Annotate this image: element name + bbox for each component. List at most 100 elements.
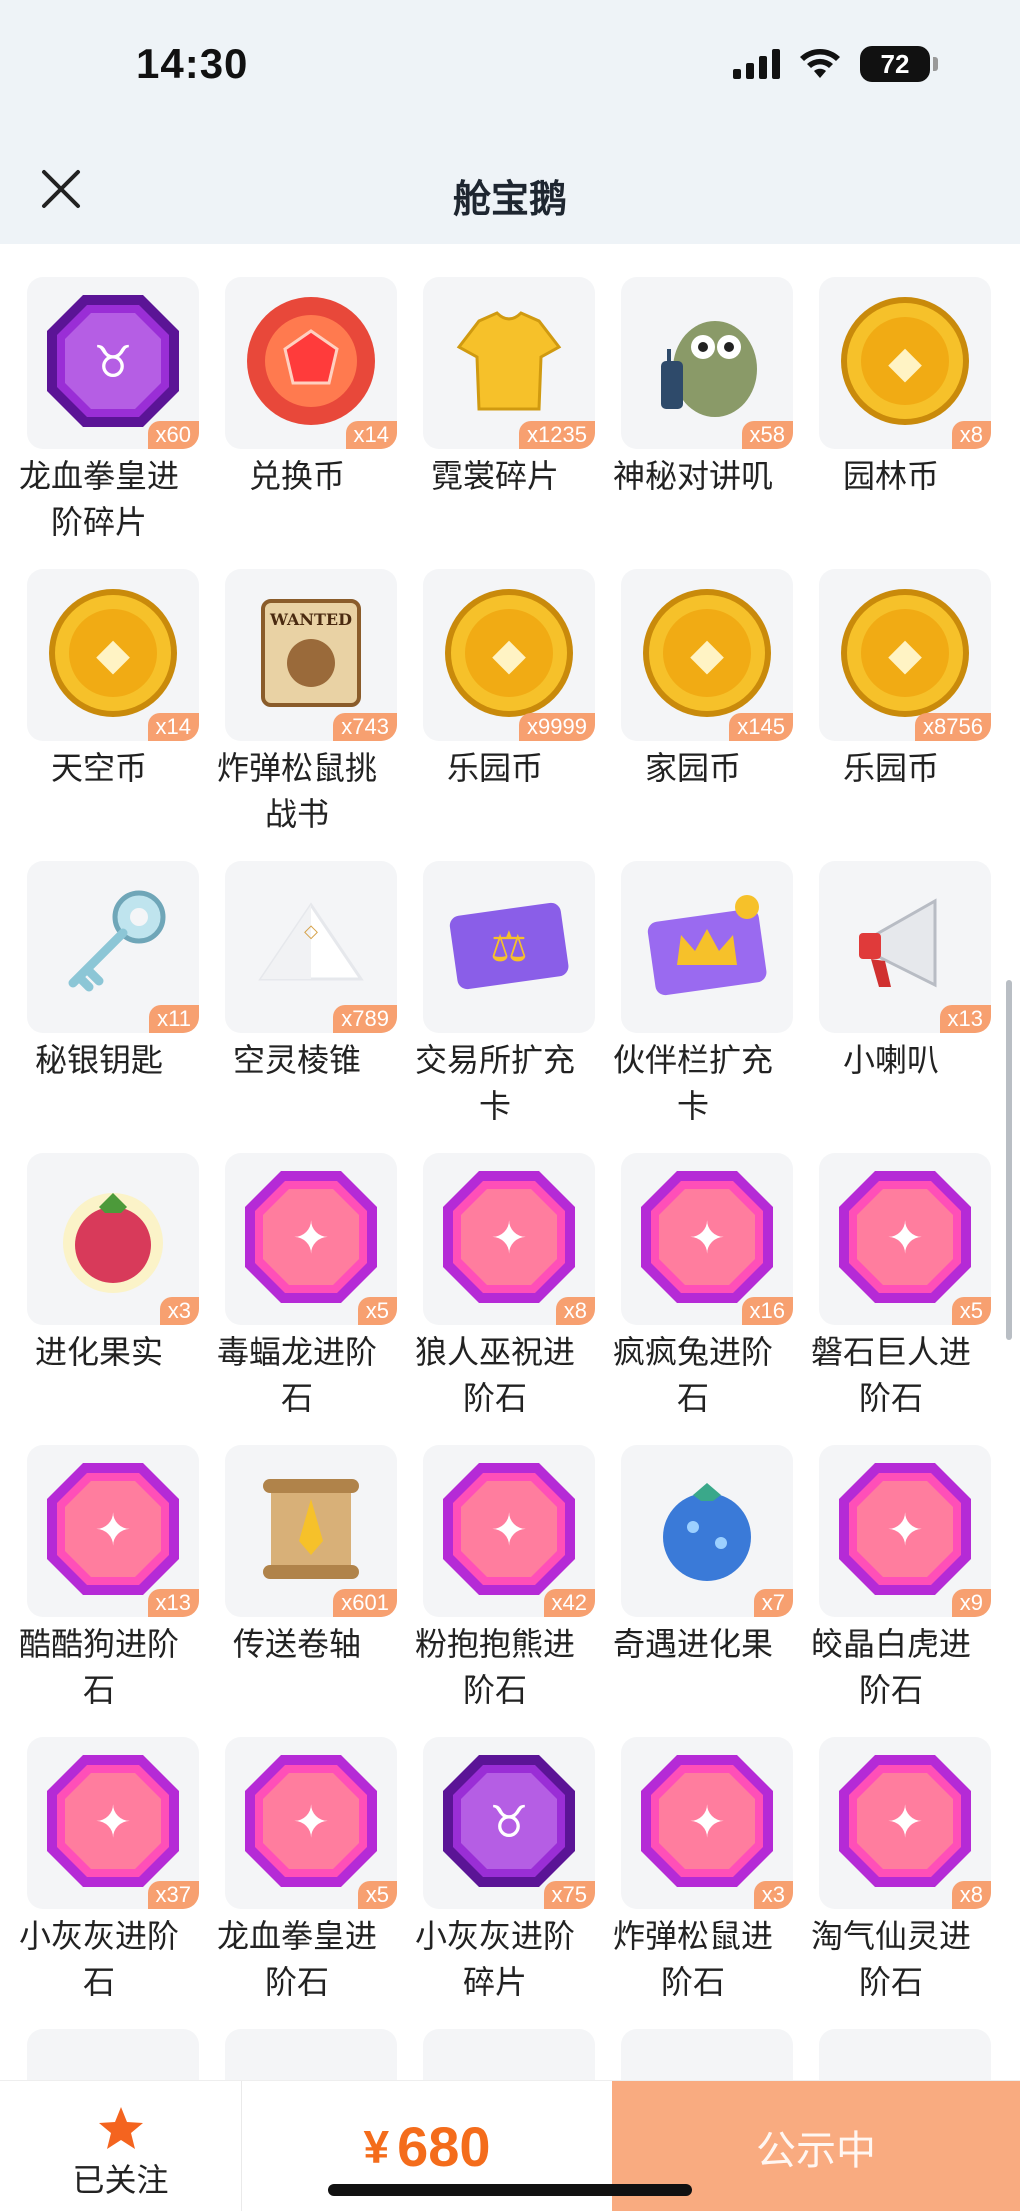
item-tile: WANTED x743: [225, 569, 397, 741]
item-card[interactable]: ◆ x9999 乐园币: [396, 569, 595, 791]
item-card[interactable]: ♉ x75 小灰灰进阶碎片: [396, 1737, 595, 2005]
price-value: 680: [397, 2115, 491, 2178]
item-card[interactable]: ✦ x3 炸弹松鼠进阶石: [594, 1737, 793, 2005]
svg-text:WANTED: WANTED: [269, 610, 352, 629]
item-tile: [225, 2029, 397, 2080]
item-card[interactable]: ◆ x8 园林币: [792, 277, 991, 499]
item-card[interactable]: ✦ x8 狼人巫祝进阶石: [396, 1153, 595, 1421]
item-card[interactable]: x1235 霓裳碎片: [396, 277, 595, 499]
item-name: 空灵棱锥: [232, 1042, 361, 1078]
follow-button[interactable]: 已关注: [0, 2081, 242, 2211]
item-tile: ♉ x60: [27, 277, 199, 449]
page-title: 舱宝鹅: [452, 179, 567, 221]
item-tile: ✦ x5: [819, 1153, 991, 1325]
item-card[interactable]: x601 传送卷轴: [198, 1445, 397, 1667]
item-card[interactable]: x7 奇遇进化果: [594, 1445, 793, 1667]
item-card[interactable]: ◆ x14 天空币: [0, 569, 199, 791]
wifi-icon: [798, 48, 842, 80]
item-card[interactable]: x13 小喇叭: [792, 861, 991, 1083]
item-card[interactable]: ✦ x5 毒蝠龙进阶石: [198, 1153, 397, 1421]
svg-text:✦: ✦: [293, 1213, 330, 1264]
item-card[interactable]: ✦ x5 磐石巨人进阶石: [792, 1153, 991, 1421]
item-name: 乐园币: [446, 750, 543, 786]
item-card[interactable]: ✦ x9 皎晶白虎进阶石: [792, 1445, 991, 1713]
item-card-partial[interactable]: [396, 2029, 595, 2080]
item-tile: ✦ x13: [27, 1445, 199, 1617]
item-tile: ◆ x9999: [423, 569, 595, 741]
item-card-partial[interactable]: [0, 2029, 199, 2080]
item-card[interactable]: x58 神秘对讲叽: [594, 277, 793, 499]
item-card[interactable]: ✦ x13 酷酷狗进阶石: [0, 1445, 199, 1713]
item-tile: ✦ x5: [225, 1153, 397, 1325]
quantity-badge: x5: [357, 1297, 397, 1325]
item-card[interactable]: ✦ x16 疯疯兔进阶石: [594, 1153, 793, 1421]
svg-text:◆: ◆: [690, 629, 724, 680]
item-card[interactable]: ✦ x5 龙血拳皇进阶石: [198, 1737, 397, 2005]
nav-bar: 舱宝鹅: [0, 140, 1020, 244]
quantity-badge: x5: [357, 1881, 397, 1909]
item-card[interactable]: WANTED x743 炸弹松鼠挑战书: [198, 569, 397, 837]
svg-text:◆: ◆: [888, 629, 922, 680]
item-name: 奇遇进化果: [612, 1626, 773, 1662]
item-name: 园林币: [842, 458, 939, 494]
follow-label: 已关注: [72, 2162, 169, 2198]
quantity-badge: x8: [951, 1881, 991, 1909]
item-name: 神秘对讲叽: [612, 458, 773, 494]
item-card[interactable]: ♉ x60 龙血拳皇进阶碎片: [0, 277, 199, 545]
quantity-badge: x789: [333, 1005, 397, 1033]
item-name: 炸弹松鼠挑战书: [216, 750, 377, 832]
item-card[interactable]: ✦ x8 淘气仙灵进阶石: [792, 1737, 991, 2005]
item-card-partial[interactable]: [594, 2029, 793, 2080]
item-card-partial[interactable]: [792, 2029, 991, 2080]
item-tile: [819, 2029, 991, 2080]
item-card[interactable]: ◆ x145 家园币: [594, 569, 793, 791]
item-name: 兑换币: [248, 458, 345, 494]
item-tile: ✦ x3: [621, 1737, 793, 1909]
item-name: 狼人巫祝进阶石: [414, 1334, 575, 1416]
svg-text:✦: ✦: [689, 1213, 726, 1264]
quantity-badge: x16: [741, 1297, 793, 1325]
item-name: 传送卷轴: [232, 1626, 361, 1662]
item-tile: ◆ x145: [621, 569, 793, 741]
item-card[interactable]: x14 兑换币: [198, 277, 397, 499]
svg-text:✦: ✦: [293, 1797, 330, 1848]
item-card[interactable]: x11 秘银钥匙: [0, 861, 199, 1083]
quantity-badge: x11: [149, 1005, 199, 1033]
item-tile: ✦ x8: [819, 1737, 991, 1909]
svg-text:✦: ✦: [95, 1505, 132, 1556]
item-card-partial[interactable]: [198, 2029, 397, 2080]
item-card[interactable]: ⚖ 交易所扩充卡: [396, 861, 595, 1129]
item-name: 小喇叭: [842, 1042, 939, 1078]
item-name: 龙血拳皇进阶石: [216, 1918, 377, 2000]
item-name: 秘银钥匙: [34, 1042, 163, 1078]
item-card[interactable]: ✦ x37 小灰灰进阶石: [0, 1737, 199, 2005]
item-card[interactable]: 伙伴栏扩充卡: [594, 861, 793, 1129]
item-name: 乐园币: [842, 750, 939, 786]
svg-text:◇: ◇: [304, 921, 318, 942]
status-icons: 72: [733, 46, 938, 82]
item-name: 小灰灰进阶碎片: [414, 1918, 575, 2000]
item-card[interactable]: ◇ x789 空灵棱锥: [198, 861, 397, 1083]
item-name: 淘气仙灵进阶石: [810, 1918, 971, 2000]
quantity-badge: x9: [951, 1589, 991, 1617]
svg-text:♉: ♉: [489, 1797, 528, 1848]
item-tile: x11: [27, 861, 199, 1033]
quantity-badge: x145: [729, 713, 793, 741]
item-tile: ⚖: [423, 861, 595, 1033]
star-icon: [99, 2107, 143, 2149]
status-bar: 14:30 72: [0, 0, 1020, 140]
item-tile: [423, 2029, 595, 2080]
item-card[interactable]: ✦ x42 粉抱抱熊进阶石: [396, 1445, 595, 1713]
item-card[interactable]: ◆ x8756 乐园币: [792, 569, 991, 791]
item-name: 毒蝠龙进阶石: [216, 1334, 377, 1416]
item-name: 疯疯兔进阶石: [612, 1334, 773, 1416]
item-tile: ✦ x16: [621, 1153, 793, 1325]
scrollbar[interactable]: [1006, 980, 1012, 1340]
item-tile: x14: [225, 277, 397, 449]
quantity-badge: x8: [951, 421, 991, 449]
item-name: 天空币: [50, 750, 147, 786]
item-tile: [27, 2029, 199, 2080]
quantity-badge: x75: [543, 1881, 595, 1909]
quantity-badge: x5: [951, 1297, 991, 1325]
item-card[interactable]: x3 进化果实: [0, 1153, 199, 1375]
